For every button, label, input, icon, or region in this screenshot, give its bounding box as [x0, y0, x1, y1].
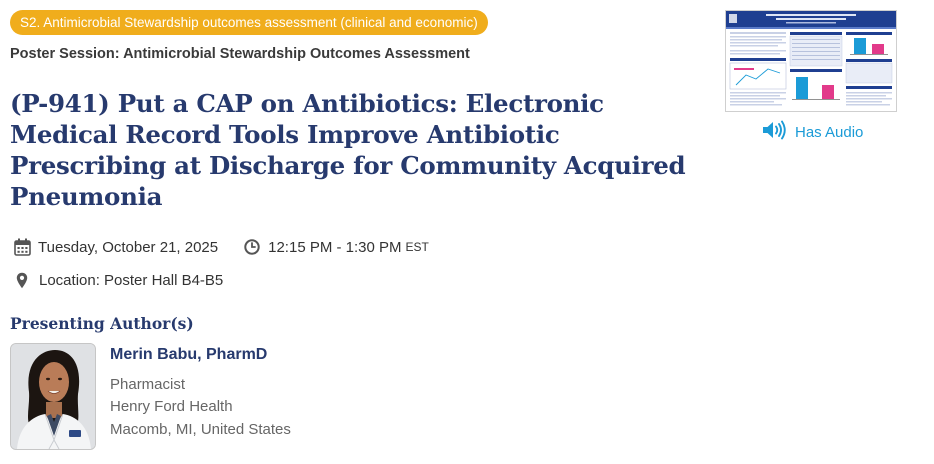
date-time-row: Tuesday, October 21, 2025 12:15 PM - 1:3…	[14, 237, 429, 257]
author-photo[interactable]	[10, 343, 96, 450]
session-date: Tuesday, October 21, 2025	[38, 238, 219, 256]
map-pin-icon	[16, 272, 28, 289]
poster-thumbnail[interactable]	[725, 10, 897, 112]
session-time: 12:15 PM - 1:30 PM	[268, 238, 402, 256]
presenting-authors-heading: Presenting Author(s)	[10, 314, 194, 333]
calendar-icon	[14, 238, 31, 256]
has-audio-label: Has Audio	[795, 123, 864, 141]
track-badge[interactable]: S2. Antimicrobial Stewardship outcomes a…	[10, 10, 488, 35]
timezone: EST	[405, 240, 429, 254]
page-title: (P-941) Put a CAP on Antibiotics: Electr…	[10, 89, 686, 211]
clock-icon	[244, 239, 260, 255]
session-location: Location: Poster Hall B4-B5	[39, 271, 224, 289]
author-organization: Henry Ford Health	[110, 398, 233, 415]
speaker-icon	[762, 120, 787, 144]
has-audio-link[interactable]: Has Audio	[762, 120, 863, 144]
author-name[interactable]: Merin Babu, PharmD	[110, 346, 267, 364]
session-name: Poster Session: Antimicrobial Stewardshi…	[10, 46, 470, 62]
location-row: Location: Poster Hall B4-B5	[14, 270, 223, 290]
author-location: Macomb, MI, United States	[110, 421, 291, 438]
author-role: Pharmacist	[110, 376, 186, 393]
